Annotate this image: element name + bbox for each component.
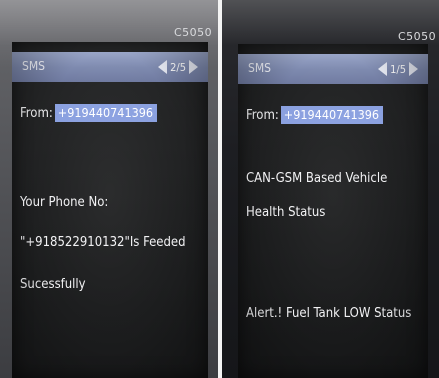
message-pager: 2/5 — [158, 59, 198, 75]
left-phone-photo: C5050 SMS 2/5 From: +919440741396 Your P… — [0, 0, 218, 378]
arrow-right-icon[interactable] — [189, 60, 198, 74]
sender-row: From: +919440741396 — [246, 106, 384, 124]
sms-title: SMS — [248, 61, 272, 75]
sender-number: +919440741396 — [280, 106, 384, 124]
bezel-glare — [0, 0, 218, 46]
message-counter: 1/5 — [390, 62, 406, 76]
brand-label: C5050 — [174, 26, 213, 39]
sender-number: +919440741396 — [54, 104, 158, 122]
message-line-2: "+918522910132"Is Feeded — [20, 235, 186, 250]
right-phone-photo: C5050 SMS 1/5 From: +919440741396 CAN-GS… — [222, 0, 439, 378]
message-line-1: Your Phone No: — [20, 195, 109, 210]
arrow-right-icon[interactable] — [409, 62, 418, 76]
message-line-3: Alert.! Fuel Tank LOW Status — [246, 306, 412, 321]
message-counter: 2/5 — [170, 60, 186, 74]
from-label: From: — [246, 107, 279, 123]
brand-label: C5050 — [398, 30, 437, 43]
sms-titlebar: SMS 1/5 — [238, 54, 428, 84]
sender-row: From: +919440741396 — [20, 104, 158, 122]
phone-screen: SMS 1/5 From: +919440741396 CAN-GSM Base… — [238, 44, 428, 378]
message-line-2: Health Status — [246, 205, 326, 220]
message-line-1: CAN-GSM Based Vehicle — [246, 171, 388, 186]
message-pager: 1/5 — [378, 61, 418, 77]
arrow-left-icon[interactable] — [158, 60, 168, 74]
phone-screen: SMS 2/5 From: +919440741396 Your Phone N… — [12, 42, 208, 378]
arrow-left-icon[interactable] — [378, 62, 388, 76]
sms-titlebar: SMS 2/5 — [12, 52, 208, 82]
sms-title: SMS — [22, 59, 46, 73]
message-line-3: Sucessfully — [20, 277, 86, 292]
from-label: From: — [20, 105, 53, 121]
